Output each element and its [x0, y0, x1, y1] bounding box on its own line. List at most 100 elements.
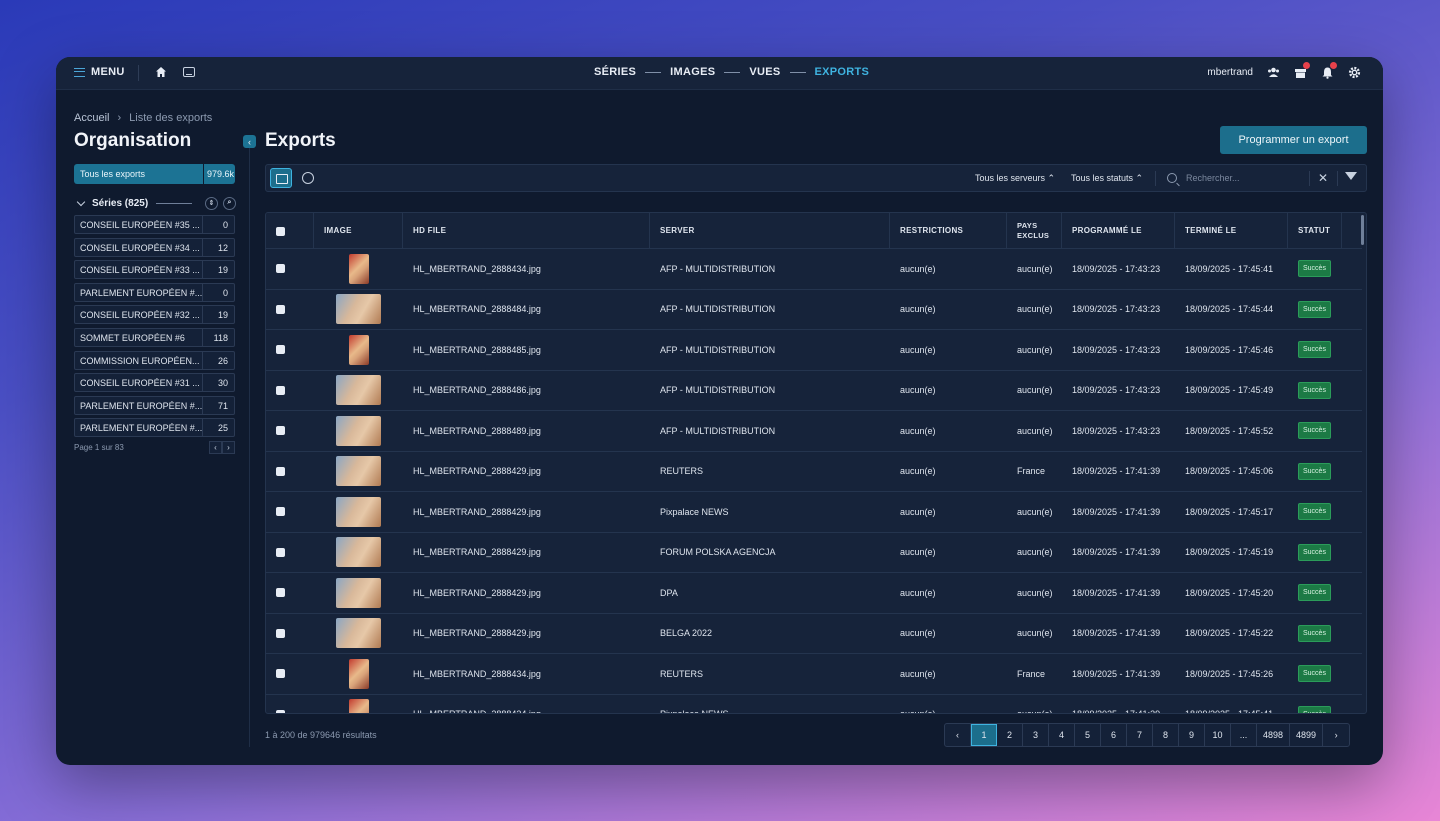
table-row[interactable]: HL_MBERTRAND_2888434.jpg REUTERS aucun(e…: [266, 654, 1362, 695]
series-item-count: 71: [202, 396, 234, 414]
server-filter[interactable]: Tous les serveurs ⌃: [975, 173, 1055, 184]
col-header-status[interactable]: STATUT: [1288, 213, 1342, 249]
users-icon[interactable]: [1267, 66, 1280, 79]
image-thumbnail[interactable]: [336, 375, 381, 406]
table-row[interactable]: HL_MBERTRAND_2888434.jpg Pixpalace NEWS …: [266, 695, 1362, 713]
col-header-server[interactable]: SERVER: [650, 213, 890, 249]
touch-icon[interactable]: [302, 172, 314, 184]
row-checkbox[interactable]: [276, 345, 285, 355]
all-exports-item[interactable]: Tous les exports 979.6k: [74, 164, 235, 184]
image-thumbnail[interactable]: [336, 577, 381, 608]
schedule-export-button[interactable]: Programmer un export: [1220, 126, 1367, 154]
row-checkbox[interactable]: [276, 466, 285, 476]
table-row[interactable]: HL_MBERTRAND_2888429.jpg DPA aucun(e) au…: [266, 573, 1362, 614]
row-checkbox[interactable]: [276, 547, 285, 557]
collapse-sidebar-button[interactable]: ‹: [243, 135, 256, 148]
sort-icon[interactable]: ⇕: [205, 196, 218, 210]
image-thumbnail[interactable]: [336, 618, 381, 649]
username[interactable]: mbertrand: [1207, 67, 1253, 78]
page-button[interactable]: 9: [1179, 724, 1205, 746]
page-button[interactable]: 8: [1153, 724, 1179, 746]
close-icon[interactable]: ✕: [1318, 171, 1328, 185]
row-checkbox[interactable]: [276, 628, 285, 638]
page-button[interactable]: 10: [1205, 724, 1231, 746]
col-header-scheduled[interactable]: PROGRAMMÉ LE: [1062, 213, 1175, 249]
series-item[interactable]: PARLEMENT EUROPÉEN #... 0: [74, 282, 235, 302]
breadcrumb-home[interactable]: Accueil: [74, 112, 109, 124]
table-row[interactable]: HL_MBERTRAND_2888486.jpg AFP - MULTIDIST…: [266, 371, 1362, 411]
image-thumbnail[interactable]: [336, 415, 381, 446]
search-input[interactable]: Rechercher...: [1186, 173, 1240, 183]
col-header-hd-file[interactable]: HD FILE: [403, 213, 650, 249]
page-button[interactable]: 4: [1049, 724, 1075, 746]
table-row[interactable]: HL_MBERTRAND_2888484.jpg AFP - MULTIDIST…: [266, 290, 1362, 330]
status-filter[interactable]: Tous les statuts ⌃: [1071, 173, 1143, 184]
row-checkbox[interactable]: [276, 426, 285, 436]
series-item[interactable]: CONSEIL EUROPÉEN #34 ... 12: [74, 237, 235, 257]
row-checkbox[interactable]: [276, 507, 285, 517]
chevron-down-icon[interactable]: [76, 197, 86, 206]
series-item[interactable]: CONSEIL EUROPÉEN #35 ... 0: [74, 215, 235, 234]
nav-exports[interactable]: EXPORTS: [815, 66, 870, 78]
chevron-right-icon[interactable]: ›: [222, 441, 235, 454]
bell-icon[interactable]: [1321, 62, 1337, 79]
page-button[interactable]: 1: [971, 724, 997, 746]
table-row[interactable]: HL_MBERTRAND_2888489.jpg AFP - MULTIDIST…: [266, 411, 1362, 452]
series-item[interactable]: CONSEIL EUROPÉEN #33 ... 19: [74, 260, 235, 280]
table-scrollbar[interactable]: [1361, 215, 1364, 245]
page-button[interactable]: 5: [1075, 724, 1101, 746]
nav-views[interactable]: VUES: [749, 66, 780, 78]
page-button[interactable]: 3: [1023, 724, 1049, 746]
row-checkbox[interactable]: [276, 304, 285, 314]
row-checkbox[interactable]: [276, 385, 285, 395]
keyboard-icon[interactable]: [183, 67, 195, 77]
series-item[interactable]: CONSEIL EUROPÉEN #32 ... 19: [74, 305, 235, 325]
select-all-checkbox[interactable]: [276, 226, 285, 236]
series-item[interactable]: COMMISSION EUROPÉEN... 26: [74, 350, 235, 370]
table-row[interactable]: HL_MBERTRAND_2888429.jpg BELGA 2022 aucu…: [266, 614, 1362, 654]
filter-icon[interactable]: [1345, 172, 1357, 180]
menu-button[interactable]: MENU: [74, 66, 125, 78]
image-thumbnail[interactable]: [336, 496, 381, 527]
gear-icon[interactable]: [1348, 66, 1361, 79]
chevron-right-icon[interactable]: ›: [1323, 724, 1349, 746]
col-header-image[interactable]: IMAGE: [314, 213, 403, 249]
series-item[interactable]: PARLEMENT EUROPÉEN #... 71: [74, 395, 235, 415]
image-thumbnail[interactable]: [348, 658, 369, 689]
table-row[interactable]: HL_MBERTRAND_2888429.jpg REUTERS aucun(e…: [266, 452, 1362, 492]
image-thumbnail[interactable]: [336, 537, 381, 568]
col-header-done[interactable]: TERMINÉ LE: [1175, 213, 1288, 249]
search-icon[interactable]: ⌕: [223, 196, 236, 210]
home-icon[interactable]: [155, 66, 167, 78]
table-row[interactable]: HL_MBERTRAND_2888429.jpg Pixpalace NEWS …: [266, 492, 1362, 533]
image-thumbnail[interactable]: [348, 699, 369, 713]
table-row[interactable]: HL_MBERTRAND_2888434.jpg AFP - MULTIDIST…: [266, 249, 1362, 290]
col-header-excluded[interactable]: PAYS EXCLUS: [1007, 213, 1062, 249]
page-button[interactable]: 7: [1127, 724, 1153, 746]
nav-series[interactable]: SÉRIES: [594, 66, 636, 78]
row-checkbox[interactable]: [276, 588, 285, 598]
image-thumbnail[interactable]: [336, 456, 381, 487]
chevron-left-icon[interactable]: ‹: [945, 724, 971, 746]
table-view-icon[interactable]: [270, 168, 292, 188]
nav-images[interactable]: IMAGES: [670, 66, 715, 78]
page-button[interactable]: 6: [1101, 724, 1127, 746]
row-checkbox[interactable]: [276, 669, 285, 679]
series-item[interactable]: CONSEIL EUROPÉEN #31 ... 30: [74, 373, 235, 393]
row-checkbox[interactable]: [276, 709, 285, 713]
col-header-restrictions[interactable]: RESTRICTIONS: [890, 213, 1007, 249]
row-checkbox[interactable]: [276, 264, 285, 274]
table-row[interactable]: HL_MBERTRAND_2888429.jpg FORUM POLSKA AG…: [266, 533, 1362, 573]
series-item[interactable]: PARLEMENT EUROPÉEN #... 25: [74, 418, 235, 438]
page-button[interactable]: 4899: [1290, 724, 1324, 746]
archive-icon[interactable]: [1294, 62, 1310, 79]
image-thumbnail[interactable]: [336, 294, 381, 325]
page-button[interactable]: 2: [997, 724, 1023, 746]
series-item[interactable]: SOMMET EUROPÉEN #6 118: [74, 327, 235, 347]
page-button[interactable]: ...: [1231, 724, 1257, 746]
page-button[interactable]: 4898: [1257, 724, 1291, 746]
table-row[interactable]: HL_MBERTRAND_2888485.jpg AFP - MULTIDIST…: [266, 330, 1362, 371]
image-thumbnail[interactable]: [348, 334, 369, 365]
image-thumbnail[interactable]: [348, 253, 369, 284]
chevron-left-icon[interactable]: ‹: [209, 441, 222, 454]
